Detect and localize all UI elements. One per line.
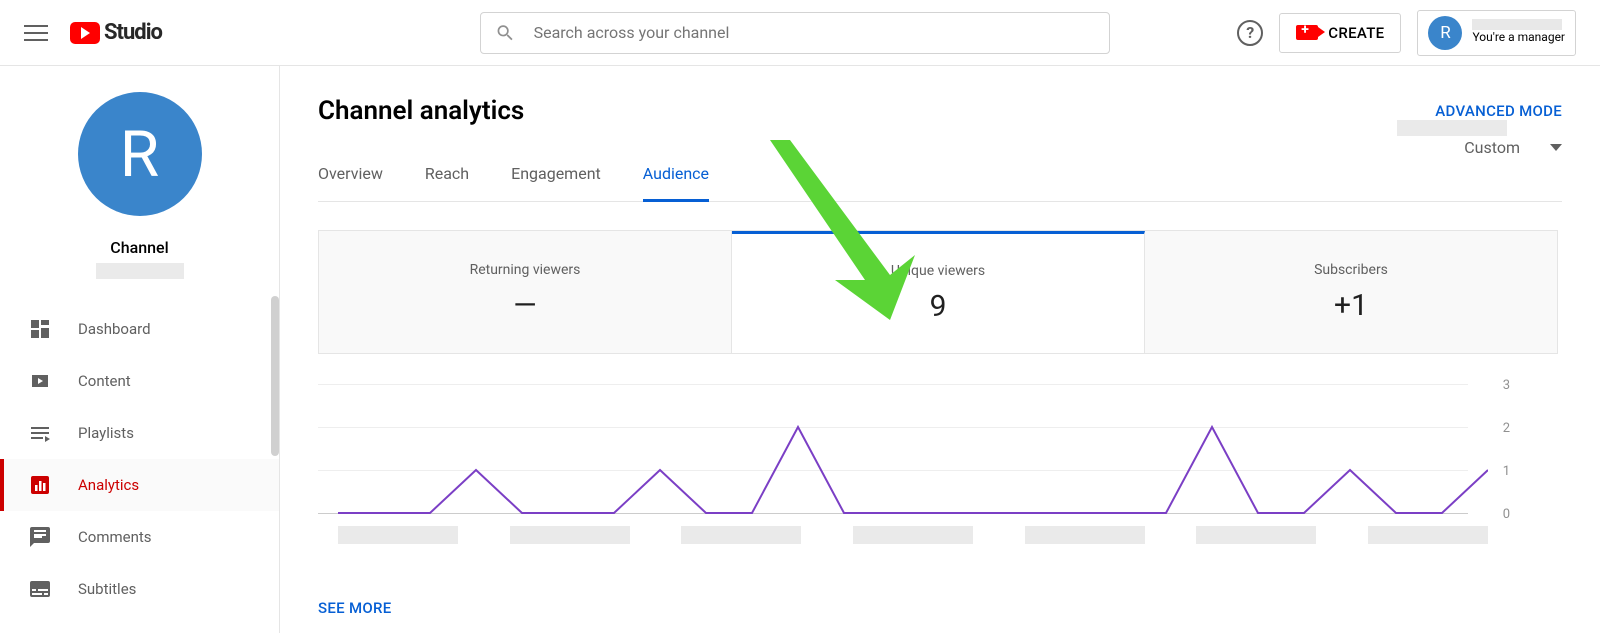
metric-unique-viewers[interactable]: Unique viewers 9 [732,231,1145,353]
period-value-redacted [1397,120,1507,136]
sidebar-item-label: Comments [78,528,152,546]
channel-avatar[interactable]: R [78,92,202,216]
create-button[interactable]: + CREATE [1279,13,1401,53]
header: Studio ? + CREATE R You're a manager [0,0,1600,66]
content-icon [28,369,52,393]
ytick: 2 [1503,421,1510,436]
chart-line [338,384,1488,516]
dashboard-icon [28,317,52,341]
sidebar-item-label: Playlists [78,424,134,442]
comments-icon [28,525,52,549]
logo-text: Studio [104,20,162,45]
main-content: Channel analytics ADVANCED MODE Custom O… [280,66,1600,633]
youtube-icon [70,22,100,44]
account-role: You're a manager [1472,30,1565,46]
tab-audience[interactable]: Audience [643,164,709,202]
sidebar-item-label: Subtitles [78,580,136,598]
metric-label: Unique viewers [891,263,985,279]
tab-overview[interactable]: Overview [318,164,383,201]
studio-logo[interactable]: Studio [70,20,162,45]
menu-icon[interactable] [24,21,48,45]
analytics-icon [28,473,52,497]
create-label: CREATE [1328,24,1384,42]
page-title: Channel analytics [318,96,524,126]
sidebar: R Channel Dashboard Content Playlists An… [0,66,280,633]
channel-name-redacted [96,263,184,279]
metric-returning-viewers[interactable]: Returning viewers — [319,231,732,353]
sidebar-nav: Dashboard Content Playlists Analytics Co… [0,303,279,615]
search-input[interactable] [534,23,1095,42]
metric-value: — [513,288,536,323]
playlists-icon [28,421,52,445]
search-field[interactable] [480,12,1110,54]
camera-icon: + [1296,25,1318,40]
sidebar-item-analytics[interactable]: Analytics [0,459,279,511]
advanced-mode-link[interactable]: ADVANCED MODE [1435,102,1562,120]
tab-engagement[interactable]: Engagement [511,164,601,201]
ytick: 1 [1503,464,1510,479]
sidebar-item-label: Content [78,372,131,390]
sidebar-item-playlists[interactable]: Playlists [0,407,279,459]
metric-subscribers[interactable]: Subscribers +1 [1145,231,1557,353]
see-more-link[interactable]: SEE MORE [318,599,392,617]
metric-cards: Returning viewers — Unique viewers 9 Sub… [318,230,1558,354]
channel-header: R Channel [0,66,279,297]
metric-label: Subscribers [1314,262,1388,278]
sidebar-item-label: Analytics [78,476,139,494]
metric-value: +1 [1334,288,1368,323]
sidebar-item-subtitles[interactable]: Subtitles [0,563,279,615]
ytick: 0 [1503,507,1510,522]
search-icon [495,22,516,44]
analytics-tabs: Overview Reach Engagement Audience [318,164,1562,202]
channel-label: Channel [110,238,168,257]
subtitles-icon [28,577,52,601]
period-selector[interactable]: Custom [1464,138,1562,157]
sidebar-item-content[interactable]: Content [0,355,279,407]
ytick: 3 [1503,378,1510,393]
metric-label: Returning viewers [470,262,581,278]
chart-xlabels [338,526,1488,544]
metric-value: 9 [930,289,947,324]
help-icon[interactable]: ? [1237,20,1263,46]
account-switcher[interactable]: R You're a manager [1417,10,1576,56]
sidebar-item-dashboard[interactable]: Dashboard [0,303,279,355]
tab-reach[interactable]: Reach [425,164,469,201]
chevron-down-icon [1550,144,1562,151]
sidebar-item-label: Dashboard [78,320,151,338]
account-name-redacted [1472,19,1562,30]
line-chart: 3 2 1 0 [318,384,1558,554]
sidebar-item-comments[interactable]: Comments [0,511,279,563]
avatar: R [1428,16,1462,50]
sidebar-scrollbar[interactable] [271,296,279,456]
period-label: Custom [1464,138,1520,157]
